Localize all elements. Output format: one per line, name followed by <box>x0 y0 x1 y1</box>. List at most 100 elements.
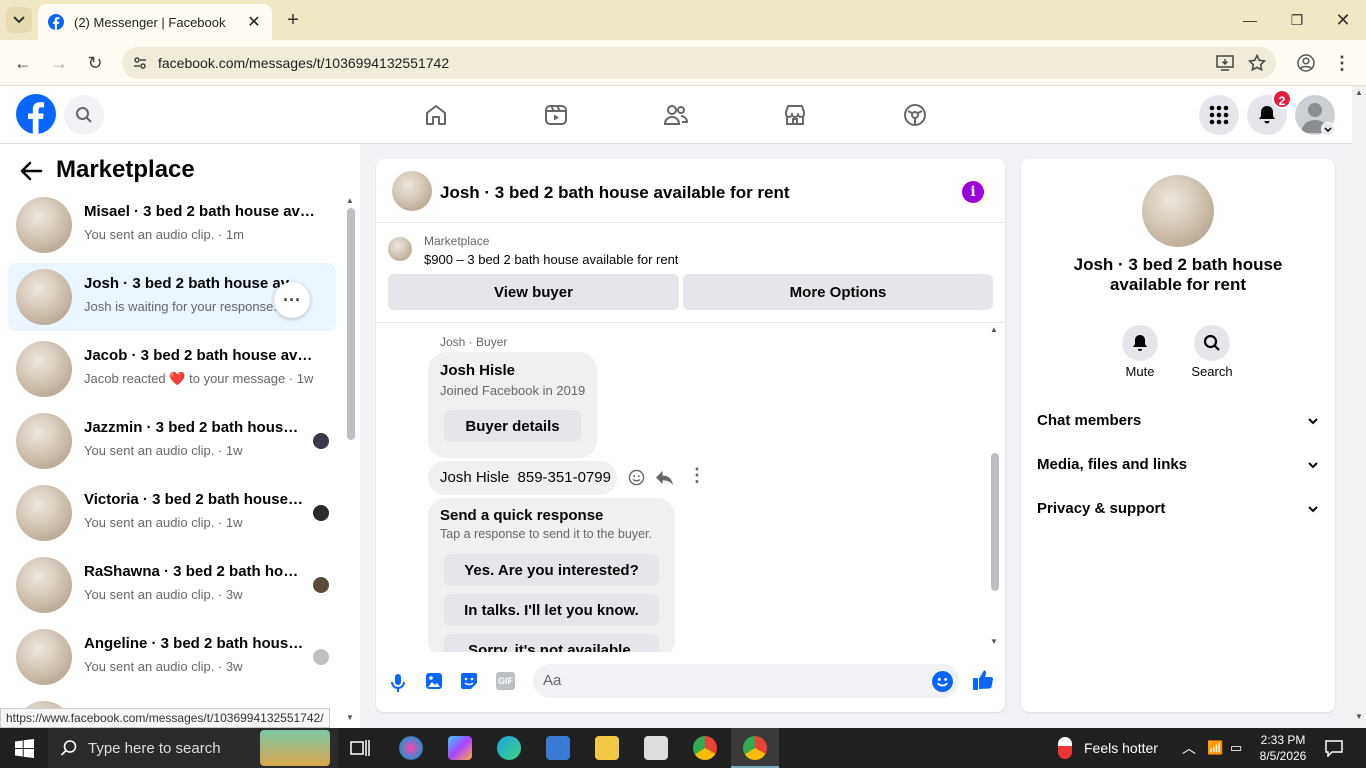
search-highlight-image[interactable] <box>260 730 330 766</box>
view-buyer-button[interactable]: View buyer <box>388 274 679 310</box>
chat-avatar[interactable] <box>392 171 432 211</box>
address-bar[interactable]: facebook.com/messages/t/1036994132551742 <box>122 47 1276 79</box>
site-info-icon[interactable] <box>132 55 148 71</box>
microphone-icon[interactable] <box>390 673 406 693</box>
task-view-icon[interactable] <box>350 738 370 758</box>
conversation-item[interactable]: Jacob · 3 bed 2 bath house available for… <box>8 335 336 403</box>
react-emoji-icon[interactable] <box>628 469 645 486</box>
quick-response-title: Send a quick response <box>440 507 604 524</box>
photo-icon[interactable] <box>425 672 443 690</box>
message-bubble[interactable]: Josh Hisle 859-351-0799 <box>428 461 617 495</box>
emoji-icon[interactable] <box>932 671 953 692</box>
quick-reply-button[interactable]: Sorry, it's not available. <box>444 634 659 652</box>
buyer-joined: Joined Facebook in 2019 <box>440 383 586 398</box>
chat-panel: Josh · 3 bed 2 bath house available for … <box>376 159 1005 712</box>
chat-title[interactable]: Josh · 3 bed 2 bath house available for … <box>440 183 790 203</box>
like-thumbs-up-icon[interactable] <box>972 669 994 691</box>
chrome-active-taskbar-item[interactable] <box>731 728 779 768</box>
section-media-files-links[interactable]: Media, files and links <box>1037 456 1319 473</box>
section-chat-members[interactable]: Chat members <box>1037 412 1319 429</box>
calendar-app-icon[interactable] <box>644 736 668 760</box>
scrollbar-thumb[interactable] <box>347 208 355 440</box>
conversation-item[interactable]: Jazzmin · 3 bed 2 bath house available f… <box>8 407 336 475</box>
clock-time: 2:33 PM <box>1260 733 1306 747</box>
store-icon[interactable] <box>546 736 570 760</box>
scroll-up-icon[interactable]: ▲ <box>1355 88 1363 97</box>
conversation-item[interactable]: RaShawna · 3 bed 2 bath house available … <box>8 551 336 619</box>
conversation-item[interactable]: Misael · 3 bed 2 bath house available fo… <box>8 191 336 259</box>
scroll-down-icon[interactable]: ▼ <box>1355 712 1363 721</box>
back-arrow-icon[interactable] <box>18 158 44 184</box>
message-more-icon[interactable]: ⋮ <box>688 465 706 486</box>
quick-reply-button[interactable]: In talks. I'll let you know. <box>444 594 659 626</box>
forward-icon[interactable]: → <box>47 51 71 75</box>
listing-price-title[interactable]: $900 – 3 bed 2 bath house available for … <box>424 252 678 267</box>
browser-tab[interactable]: (2) Messenger | Facebook ✕ <box>38 4 272 40</box>
scroll-up-icon[interactable]: ▲ <box>990 325 998 334</box>
battery-icon[interactable]: ▭ <box>1230 740 1242 756</box>
friends-icon[interactable] <box>661 100 691 130</box>
copilot-icon[interactable] <box>448 736 472 760</box>
tray-chevron-icon[interactable]: ︿ <box>1182 738 1196 758</box>
account-chevron-icon[interactable] <box>1321 122 1335 136</box>
scroll-up-icon[interactable]: ▲ <box>346 196 354 205</box>
facebook-logo-icon[interactable] <box>16 94 56 134</box>
conversation-more-options-button[interactable]: ··· <box>274 282 310 318</box>
reload-icon[interactable]: ↻ <box>83 51 107 75</box>
video-icon[interactable] <box>541 100 571 130</box>
notification-center-icon[interactable] <box>1325 739 1343 757</box>
buyer-details-button[interactable]: Buyer details <box>444 410 581 442</box>
section-privacy-support[interactable]: Privacy & support <box>1037 500 1319 517</box>
search-icon[interactable] <box>1194 325 1230 361</box>
chevron-down-icon <box>1308 506 1318 513</box>
gaming-icon[interactable] <box>900 100 930 130</box>
minimize-icon[interactable]: — <box>1238 8 1262 32</box>
edge-icon[interactable] <box>497 736 521 760</box>
conversation-item[interactable]: Victoria · 3 bed 2 bath house available … <box>8 479 336 547</box>
file-explorer-icon[interactable] <box>595 736 619 760</box>
chrome-icon[interactable] <box>693 736 717 760</box>
profile-icon[interactable] <box>1297 54 1315 72</box>
new-tab-button[interactable]: + <box>283 10 303 30</box>
network-icon[interactable]: 📶 <box>1207 740 1223 756</box>
sticker-icon[interactable] <box>460 672 478 690</box>
quick-reply-button[interactable]: Yes. Are you interested? <box>444 554 659 586</box>
chat-details-avatar[interactable] <box>1142 175 1214 247</box>
scroll-down-icon[interactable]: ▼ <box>990 637 998 646</box>
buyer-info-card: Josh Hisle Joined Facebook in 2019 Buyer… <box>428 352 597 458</box>
restore-icon[interactable]: ❐ <box>1285 8 1309 32</box>
link-status-bar: https://www.facebook.com/messages/t/1036… <box>0 708 330 728</box>
app-icon[interactable] <box>399 736 423 760</box>
info-icon[interactable]: i <box>962 181 984 203</box>
browser-menu-icon[interactable]: ⋮ <box>1330 51 1354 75</box>
message-input[interactable]: Aa <box>533 664 959 698</box>
scroll-down-icon[interactable]: ▼ <box>346 713 354 722</box>
menu-grid-icon[interactable] <box>1199 95 1239 135</box>
mute-bell-icon[interactable] <box>1122 325 1158 361</box>
tab-search-button[interactable] <box>6 7 32 33</box>
install-app-icon[interactable] <box>1216 55 1234 71</box>
bookmark-star-icon[interactable] <box>1248 54 1266 72</box>
back-icon[interactable]: ← <box>11 51 35 75</box>
scrollbar-thumb[interactable] <box>991 453 999 591</box>
marketplace-icon[interactable] <box>780 100 810 130</box>
conversation-preview: You sent an audio clip. · 1w <box>84 515 243 530</box>
close-tab-icon[interactable]: ✕ <box>246 14 262 31</box>
taskbar-search-box[interactable]: Type here to search <box>48 728 338 768</box>
gif-icon[interactable]: GIF <box>496 672 515 690</box>
chrome-icon <box>743 736 767 760</box>
listing-thumbnail <box>16 341 72 397</box>
weather-text[interactable]: Feels hotter <box>1084 740 1158 756</box>
windows-start-icon[interactable] <box>15 739 34 758</box>
conversation-item[interactable]: Angeline · 3 bed 2 bath house available … <box>8 623 336 691</box>
close-window-icon[interactable]: ✕ <box>1331 8 1355 32</box>
section-label: Chat members <box>1037 412 1142 429</box>
reply-icon[interactable] <box>655 469 674 486</box>
more-options-button[interactable]: More Options <box>683 274 993 310</box>
home-icon[interactable] <box>421 100 451 130</box>
listing-thumbnail <box>16 197 72 253</box>
conversation-preview: You sent an audio clip. · 1w <box>84 443 243 458</box>
taskbar-clock[interactable]: 2:33 PM 8/5/2026 <box>1253 732 1313 764</box>
page-scrollbar[interactable]: ▲ ▼ <box>1352 86 1366 728</box>
search-icon[interactable] <box>64 95 104 135</box>
